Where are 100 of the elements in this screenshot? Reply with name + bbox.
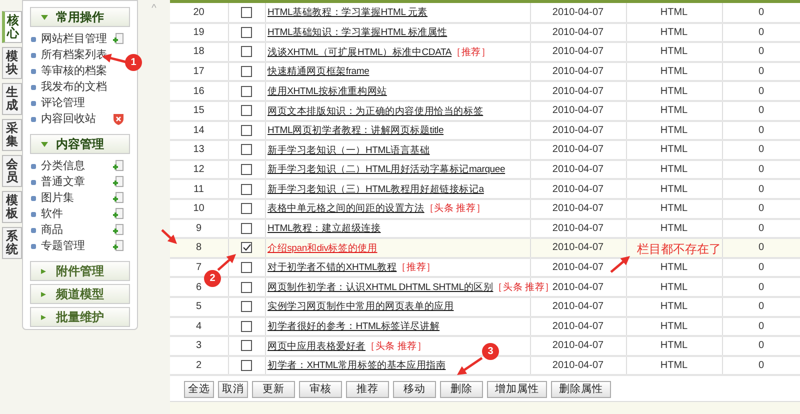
table-cell: HTML (660, 86, 688, 97)
side-tab[interactable]: 核心 (2, 11, 22, 43)
article-title-link[interactable]: 网页文本排版知识：为正确的内容使用恰当的标签 (268, 106, 484, 117)
menu-item-link[interactable]: 软件 (41, 206, 107, 222)
bullet-icon (31, 212, 36, 216)
article-title-link[interactable]: 初学者很好的参考：HTML标签详尽讲解 (268, 321, 440, 332)
row-checkbox[interactable] (241, 360, 252, 371)
row-checkbox[interactable] (241, 340, 252, 352)
table-cell: HTML (660, 105, 688, 116)
action-button[interactable]: 更新 (252, 381, 295, 398)
row-checkbox[interactable] (241, 301, 252, 312)
side-tab[interactable]: 系统 (2, 227, 22, 259)
menu-section-header[interactable]: 常用操作 (30, 7, 130, 27)
delete-shield-icon[interactable] (113, 113, 124, 125)
menu-item-link[interactable]: 评论管理 (41, 94, 124, 112)
article-title-link[interactable]: HTML基础教程：学习掌握HTML 元素 (268, 7, 428, 18)
arrow (161, 229, 177, 244)
article-title-link[interactable]: 新手学习老知识（一）HTML语言基础 (268, 144, 430, 156)
row-checkbox[interactable] (241, 203, 252, 214)
row-checkbox[interactable] (241, 164, 252, 176)
article-title-link[interactable]: 表格中单元格之间的间距的设置方法 (268, 203, 424, 214)
article-title-link[interactable]: 网页制作初学者：认识XHTML DHTML SHTML的区别 (268, 282, 494, 293)
menu-section-header[interactable]: 批量维护 (30, 307, 130, 327)
bullet-icon (31, 84, 36, 90)
menu-section-header[interactable]: 内容管理 (30, 134, 130, 154)
table-cell: 0 (722, 277, 800, 297)
row-checkbox[interactable] (241, 320, 252, 332)
row-checkbox[interactable] (241, 242, 252, 254)
table-cell: HTML (660, 203, 688, 214)
table-cell: HTML (660, 360, 688, 371)
menu-item-link[interactable]: 分类信息 (41, 158, 107, 174)
row-checkbox[interactable] (241, 262, 252, 274)
article-title-link[interactable]: 新手学习老知识（三）HTML教程用好超链接标记a (268, 184, 484, 195)
side-tab[interactable]: 模板 (2, 191, 22, 223)
add-document-icon[interactable] (112, 192, 124, 204)
menu-item-link[interactable]: 专题管理 (41, 238, 107, 254)
article-title-link[interactable]: 新手学习老知识（二）HTML用好活动字幕标记marquee (268, 164, 506, 176)
menu-item-link[interactable]: 普通文章 (41, 174, 107, 190)
bullet-icon (31, 116, 36, 122)
table-cell: 18 (170, 42, 228, 62)
article-title-link[interactable]: 实例学习网页制作中常用的网页表单的应用 (268, 301, 454, 312)
bullet-icon (31, 68, 36, 74)
table-cell: 3 (170, 336, 228, 356)
menu-item-link[interactable]: 图片集 (41, 190, 107, 206)
side-tab[interactable]: 生成 (2, 83, 22, 115)
row-checkbox[interactable] (241, 282, 252, 293)
add-document-icon[interactable] (112, 33, 124, 45)
table-cell: 4 (170, 316, 228, 336)
article-title-link[interactable]: 对于初学者不错的XHTML教程 (268, 262, 397, 274)
table-cell: 12 (170, 160, 228, 180)
article-title-link[interactable]: 快速精通网页框架frame (268, 66, 370, 78)
row-checkbox[interactable] (241, 86, 252, 97)
row-checkbox[interactable] (241, 124, 252, 136)
row-checkbox[interactable] (241, 105, 252, 116)
table-cell: 2010-04-07 (530, 160, 626, 180)
action-button[interactable]: 删除属性 (551, 381, 611, 398)
row-checkbox[interactable] (241, 184, 252, 195)
action-button[interactable]: 移动 (393, 381, 436, 398)
article-title-link[interactable]: 初学者：XHTML常用标签的基本应用指南 (268, 360, 446, 372)
side-tab[interactable]: 会员 (2, 155, 22, 187)
menu-item-link[interactable]: 网站栏目管理 (41, 30, 107, 48)
side-tab[interactable]: 模块 (2, 47, 22, 79)
row-checkbox[interactable] (241, 144, 252, 156)
article-title-link[interactable]: HTML网页初学者教程：讲解网页标题title (268, 125, 444, 136)
row-checkbox[interactable] (241, 26, 252, 38)
add-document-icon[interactable] (112, 240, 124, 252)
action-button[interactable]: 推荐 (346, 381, 389, 398)
menu-section-header[interactable]: 附件管理 (30, 261, 130, 281)
menu-item-link[interactable]: 等审核的档案 (41, 62, 124, 80)
action-button[interactable]: 全选 (184, 381, 214, 398)
action-button[interactable]: 审核 (299, 381, 342, 398)
article-title-link[interactable]: HTML基础知识：学习掌握HTML 标准属性 (268, 27, 448, 38)
row-checkbox[interactable] (241, 46, 252, 58)
add-document-icon[interactable] (112, 176, 124, 188)
action-button[interactable]: 删除 (440, 381, 483, 398)
add-document-icon[interactable] (112, 208, 124, 220)
article-title-link[interactable]: HTML教程：建立超级连接 (268, 223, 381, 234)
menu-item-link[interactable]: 内容回收站 (41, 110, 108, 128)
check-icon (242, 244, 250, 252)
menu-item-link[interactable]: 商品 (41, 222, 107, 238)
article-title-link[interactable]: 使用XHTML按标准重构网站 (268, 86, 387, 97)
add-document-icon[interactable] (112, 224, 124, 236)
arrow (610, 256, 630, 273)
row-checkbox[interactable] (241, 66, 252, 78)
action-button[interactable]: 增加属性 (487, 381, 547, 398)
caret-icon (41, 142, 48, 146)
bullet-icon (31, 100, 36, 106)
table-cell: 0 (722, 42, 800, 62)
table-cell: 0 (722, 238, 800, 258)
article-title-link[interactable]: 介绍span和div标签的使用 (268, 242, 378, 254)
add-document-icon[interactable] (112, 160, 124, 172)
action-button[interactable]: 取消 (218, 381, 248, 398)
bullet-icon (31, 244, 36, 248)
row-checkbox[interactable] (241, 222, 252, 234)
row-checkbox[interactable] (241, 6, 252, 18)
article-title-link[interactable]: 网页中应用表格爱好者 (268, 340, 366, 352)
article-title-link[interactable]: 浅谈XHTML（可扩展HTML）标准中CDATA (268, 46, 452, 58)
menu-section-header[interactable]: 频道模型 (30, 284, 130, 304)
menu-item-link[interactable]: 我发布的文档 (41, 78, 124, 96)
side-tab[interactable]: 采集 (2, 119, 22, 151)
